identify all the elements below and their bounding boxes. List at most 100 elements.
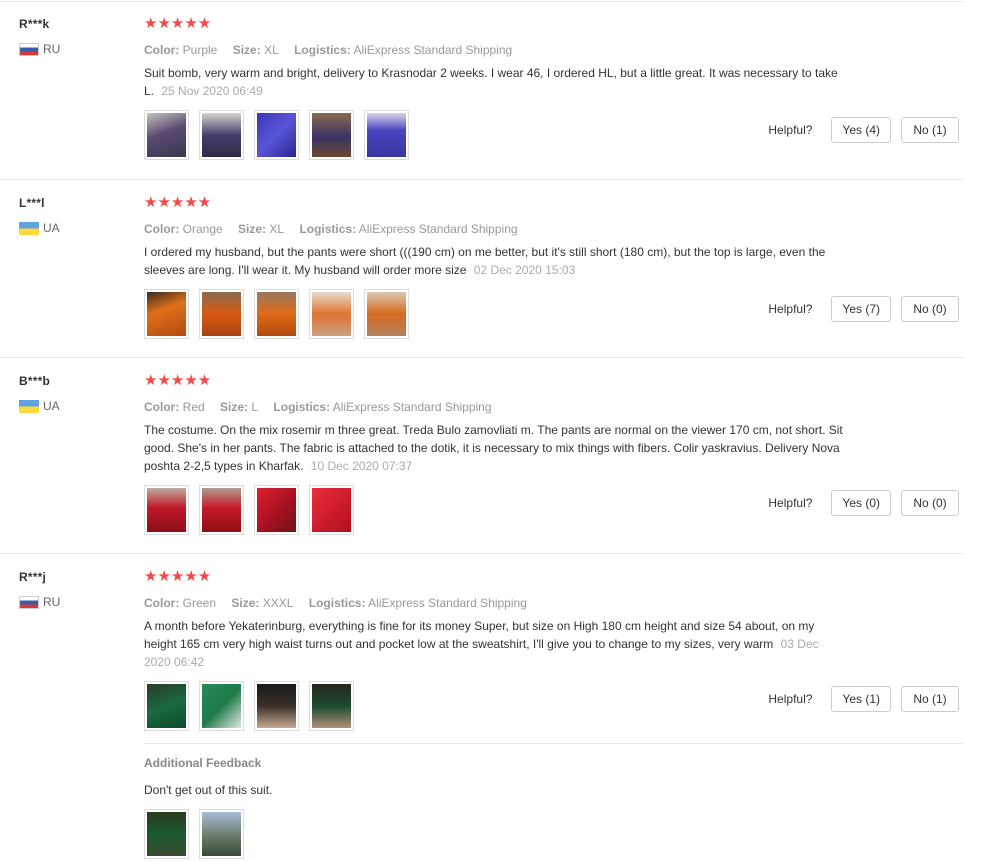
reviewer-info: R***j RU (19, 570, 60, 609)
review-item: L***l UA ★★★★★ Color: Orange Size: XL Lo… (0, 179, 964, 357)
review-item: R***j RU ★★★★★ Color: Green Size: XXXL L… (0, 553, 964, 743)
reviewer-info: B***b UA (19, 374, 60, 413)
logistics-value: AliExpress Standard Shipping (332, 400, 492, 414)
size-label: Size: (238, 222, 267, 236)
review-photo[interactable] (144, 809, 189, 859)
review-photo[interactable] (254, 110, 299, 160)
reviewer-name: R***k (19, 17, 50, 31)
reviewer-name: B***b (19, 374, 51, 388)
review-photo[interactable] (254, 681, 299, 731)
country-code: UA (43, 399, 60, 413)
logistics-value: AliExpress Standard Shipping (353, 43, 513, 57)
review-photo[interactable] (199, 110, 244, 160)
review-text: A month before Yekaterinburg, everything… (144, 617, 844, 671)
review-photo[interactable] (199, 289, 244, 339)
review-photo[interactable] (144, 289, 189, 339)
reviewer-country: RU (19, 595, 60, 609)
review-date: 02 Dec 2020 15:03 (473, 263, 576, 277)
purchase-attributes: Color: Red Size: L Logistics: AliExpress… (144, 399, 959, 415)
review-photo[interactable] (199, 485, 244, 535)
logistics-value: AliExpress Standard Shipping (358, 222, 518, 236)
review-text: The costume. On the mix rosemir m three … (144, 421, 844, 475)
helpful-label: Helpful? (768, 123, 813, 137)
review-photo[interactable] (144, 485, 189, 535)
review-date: 25 Nov 2020 06:49 (161, 84, 263, 98)
reviewer-country: UA (19, 221, 60, 235)
review-item: R***k RU ★★★★★ Color: Purple Size: XL Lo… (0, 0, 964, 179)
color-value: Orange (182, 222, 223, 236)
vote-no-button[interactable]: No (1) (901, 117, 959, 143)
reviewer-name: L***l (19, 196, 45, 210)
country-code: RU (43, 595, 61, 609)
reviewer-name: R***j (19, 570, 47, 584)
size-value: XL (269, 222, 285, 236)
color-label: Color: (144, 43, 180, 57)
review-item: B***b UA ★★★★★ Color: Red Size: L Logist… (0, 357, 964, 553)
russia-flag-icon (19, 595, 39, 609)
helpful-label: Helpful? (768, 692, 813, 706)
additional-feedback-text: Don't get out of this suit. (144, 783, 273, 797)
size-value: L (251, 400, 259, 414)
reviewer-country: RU (19, 42, 60, 56)
review-photo[interactable] (144, 110, 189, 160)
review-photo[interactable] (309, 485, 354, 535)
size-label: Size: (231, 596, 260, 610)
purchase-attributes: Color: Orange Size: XL Logistics: AliExp… (144, 221, 959, 237)
star-rating: ★★★★★ (144, 568, 212, 585)
purchase-attributes: Color: Green Size: XXXL Logistics: AliEx… (144, 595, 959, 611)
vote-yes-button[interactable]: Yes (1) (831, 686, 891, 712)
review-photo[interactable] (144, 681, 189, 731)
color-value: Green (182, 596, 217, 610)
additional-feedback-photos (144, 809, 964, 859)
logistics-value: AliExpress Standard Shipping (368, 596, 527, 610)
color-label: Color: (144, 222, 180, 236)
additional-feedback-divider (144, 743, 964, 744)
review-text: Suit bomb, very warm and bright, deliver… (144, 64, 844, 100)
review-photo[interactable] (309, 289, 354, 339)
review-photo[interactable] (254, 289, 299, 339)
vote-yes-button[interactable]: Yes (7) (831, 296, 891, 322)
color-label: Color: (144, 596, 180, 610)
vote-no-button[interactable]: No (0) (901, 296, 959, 322)
ukraine-flag-icon (19, 399, 39, 413)
ukraine-flag-icon (19, 221, 39, 235)
size-label: Size: (232, 43, 261, 57)
review-content: The costume. On the mix rosemir m three … (144, 423, 843, 473)
review-photo[interactable] (309, 681, 354, 731)
additional-feedback: Additional Feedback Don't get out of thi… (144, 756, 964, 859)
logistics-label: Logistics: (294, 43, 351, 57)
russia-flag-icon (19, 42, 39, 56)
size-value: XL (264, 43, 279, 57)
size-label: Size: (220, 400, 249, 414)
helpful-label: Helpful? (768, 302, 813, 316)
logistics-label: Logistics: (308, 596, 366, 610)
vote-no-button[interactable]: No (1) (901, 686, 959, 712)
star-rating: ★★★★★ (144, 194, 212, 211)
review-content: A month before Yekaterinburg, everything… (144, 619, 815, 651)
review-photo[interactable] (254, 485, 299, 535)
review-photo[interactable] (364, 289, 409, 339)
review-date: 10 Dec 2020 07:37 (310, 459, 413, 473)
review-photo[interactable] (309, 110, 354, 160)
vote-yes-button[interactable]: Yes (4) (831, 117, 891, 143)
star-rating: ★★★★★ (144, 372, 212, 389)
helpful-vote: Helpful? Yes (7) No (0) (768, 296, 959, 322)
color-label: Color: (144, 400, 180, 414)
country-code: RU (43, 42, 61, 56)
size-value: XXXL (262, 596, 294, 610)
helpful-vote: Helpful? Yes (0) No (0) (768, 490, 959, 516)
logistics-label: Logistics: (273, 400, 331, 414)
vote-no-button[interactable]: No (0) (901, 490, 959, 516)
logistics-label: Logistics: (299, 222, 357, 236)
vote-yes-button[interactable]: Yes (0) (831, 490, 891, 516)
color-value: Purple (182, 43, 218, 57)
review-photo[interactable] (364, 110, 409, 160)
additional-feedback-title: Additional Feedback (144, 756, 262, 770)
reviewer-country: UA (19, 399, 60, 413)
review-photo[interactable] (199, 809, 244, 859)
review-text: I ordered my husband, but the pants were… (144, 243, 844, 279)
review-photo[interactable] (199, 681, 244, 731)
star-rating: ★★★★★ (144, 15, 212, 32)
purchase-attributes: Color: Purple Size: XL Logistics: AliExp… (144, 42, 959, 58)
helpful-label: Helpful? (768, 496, 813, 510)
